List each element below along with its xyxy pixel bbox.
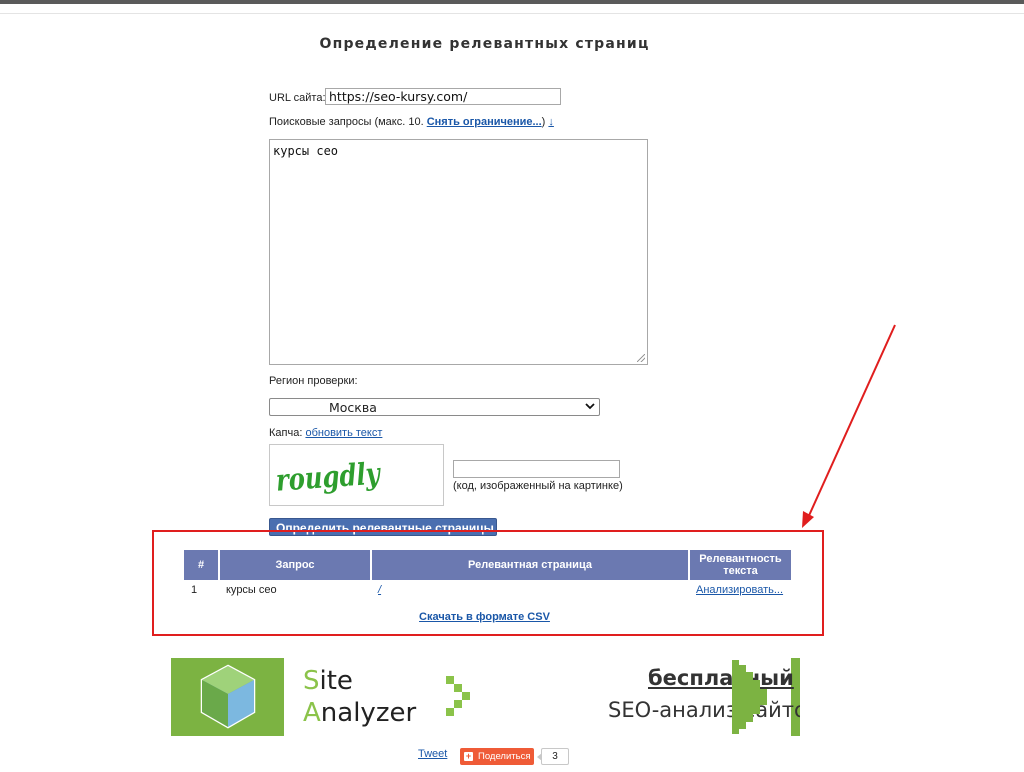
queries-textarea-value: курсы сео bbox=[273, 144, 339, 158]
table-row: 1 курсы сео / Анализировать... bbox=[184, 580, 791, 600]
analyze-link[interactable]: Анализировать... bbox=[696, 584, 783, 596]
banner-site-rest: ite bbox=[319, 666, 353, 696]
captcha-input[interactable] bbox=[453, 460, 620, 478]
queries-label-text: Поисковые запросы (макс. 10. bbox=[269, 116, 424, 128]
chevron-down-icon bbox=[585, 401, 595, 414]
captcha-hint: (код, изображенный на картинке) bbox=[453, 480, 623, 492]
captcha-text: rougdly bbox=[275, 456, 383, 498]
remove-limit-link[interactable]: Снять ограничение... bbox=[427, 116, 542, 128]
queries-label: Поисковые запросы (макс. 10. Снять огран… bbox=[269, 116, 554, 128]
share-label: Поделиться bbox=[478, 751, 531, 762]
results-table: # Запрос Релевантная страница Релевантно… bbox=[184, 550, 791, 600]
plus-icon: + bbox=[464, 751, 473, 761]
annotation-arrow-icon bbox=[802, 324, 896, 528]
browser-top-bar bbox=[0, 0, 1024, 4]
banner-chevron-icon bbox=[446, 676, 470, 716]
banner-site-word: Site bbox=[303, 666, 353, 696]
page-title: Определение релевантных страниц bbox=[319, 36, 650, 52]
captcha-image: rougdly bbox=[269, 444, 444, 506]
region-select-value: Москва bbox=[329, 400, 377, 415]
queries-label-suffix: ) bbox=[541, 116, 546, 128]
share-button[interactable]: + Поделиться bbox=[460, 748, 534, 765]
captcha-label: Капча: bbox=[269, 427, 303, 439]
row-analyze-cell: Анализировать... bbox=[689, 580, 791, 600]
csv-link-row: Скачать в формате CSV bbox=[0, 611, 969, 623]
url-label: URL сайта: bbox=[269, 92, 326, 104]
banner-analyzer-word: Analyzer bbox=[303, 698, 416, 728]
header-page: Релевантная страница bbox=[371, 550, 690, 580]
captcha-label-row: Капча: обновить текст bbox=[269, 427, 382, 439]
row-query: курсы сео bbox=[226, 584, 277, 596]
queries-textarea[interactable]: курсы сео bbox=[269, 139, 648, 365]
share-count: 3 bbox=[537, 748, 569, 765]
banner-cube-logo-icon bbox=[200, 664, 256, 729]
download-csv-link[interactable]: Скачать в формате CSV bbox=[419, 611, 550, 623]
url-input[interactable]: https://seo-kursy.com/ bbox=[325, 88, 561, 105]
banner-pixel-arrow-icon bbox=[732, 660, 767, 734]
tweet-link[interactable]: Tweet bbox=[418, 748, 447, 760]
row-page-cell: / bbox=[371, 580, 689, 600]
row-page-link[interactable]: / bbox=[378, 584, 381, 596]
banner-site-first: S bbox=[303, 666, 320, 696]
refresh-captcha-link[interactable]: обновить текст bbox=[305, 427, 382, 439]
header-num: # bbox=[184, 550, 220, 580]
banner-analyzer-first: A bbox=[303, 698, 321, 728]
region-select[interactable]: Москва bbox=[269, 398, 600, 416]
results-header-row: # Запрос Релевантная страница Релевантно… bbox=[184, 550, 791, 580]
region-label: Регион проверки: bbox=[269, 375, 358, 387]
site-analyzer-banner[interactable]: Site Analyzer бесплатный SEO-анализ сайт… bbox=[171, 658, 800, 736]
row-num: 1 bbox=[191, 584, 198, 596]
resize-grip-icon[interactable] bbox=[637, 354, 645, 362]
banner-white-panel: Site Analyzer бесплатный SEO-анализ сайт… bbox=[284, 658, 800, 736]
header-query: Запрос bbox=[219, 550, 372, 580]
expand-arrow-icon[interactable]: ↓ bbox=[548, 116, 554, 128]
header-relevance: Релевантность текста bbox=[689, 550, 791, 580]
top-divider bbox=[0, 13, 1024, 14]
banner-analyzer-rest: nalyzer bbox=[320, 698, 417, 728]
